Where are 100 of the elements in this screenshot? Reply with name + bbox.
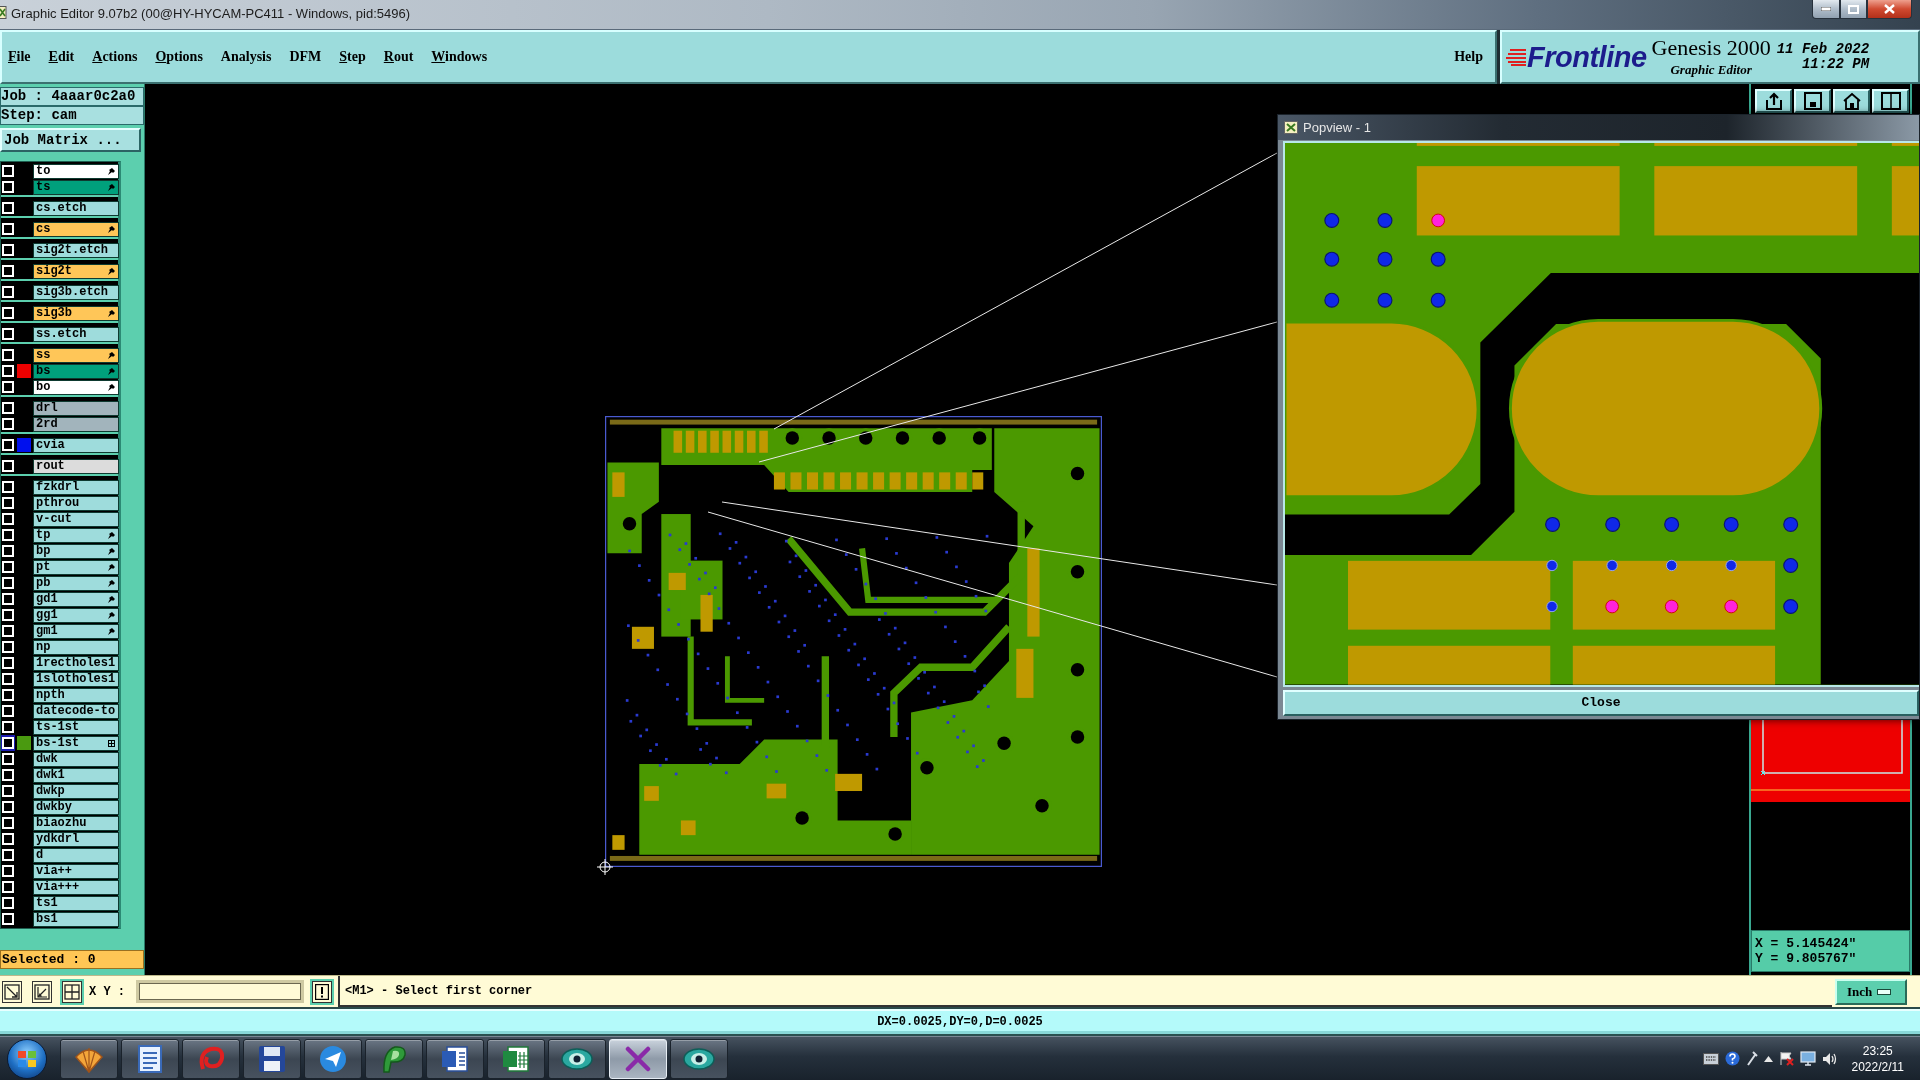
maximize-button[interactable]	[1840, 0, 1867, 19]
layer-row[interactable]: ydkdrl	[1, 831, 118, 847]
layer-row[interactable]: ts	[1, 179, 118, 195]
layer-name-button[interactable]: biaozhu	[33, 815, 119, 831]
layer-name-button[interactable]: ydkdrl	[33, 831, 119, 847]
layer-checkbox[interactable]	[2, 817, 14, 829]
layer-name-button[interactable]: gd1	[33, 591, 119, 607]
layer-row[interactable]: fzkdrl	[1, 479, 118, 495]
layer-checkbox[interactable]	[2, 593, 14, 605]
help-menu[interactable]: Help	[1454, 49, 1483, 65]
layer-name-button[interactable]: sig2t	[33, 263, 119, 279]
split-view-button[interactable]	[1872, 89, 1909, 113]
layer-checkbox[interactable]	[2, 913, 14, 925]
layer-checkbox[interactable]	[2, 769, 14, 781]
taskbar-app-button[interactable]	[548, 1038, 606, 1079]
taskbar-app-button[interactable]	[487, 1038, 545, 1079]
layer-name-button[interactable]: tp	[33, 527, 119, 543]
layer-name-button[interactable]: ts	[33, 179, 119, 195]
layer-checkbox[interactable]	[2, 418, 14, 430]
taskbar-app-button[interactable]	[304, 1038, 362, 1079]
layer-row[interactable]: 1slotholes1	[1, 671, 118, 687]
layer-checkbox[interactable]	[2, 561, 14, 573]
taskbar-app-button[interactable]	[365, 1038, 423, 1079]
layer-name-button[interactable]: 1slotholes1	[33, 671, 119, 687]
layer-checkbox[interactable]	[2, 849, 14, 861]
layer-checkbox[interactable]	[2, 460, 14, 472]
layer-row[interactable]: sig3b	[1, 305, 118, 321]
layer-name-button[interactable]: ss.etch	[33, 326, 119, 342]
layer-row[interactable]: pt	[1, 559, 118, 575]
menu-item[interactable]: Edit	[48, 49, 75, 65]
layer-checkbox[interactable]	[2, 286, 14, 298]
layer-row[interactable]: gm1	[1, 623, 118, 639]
layer-name-button[interactable]: bp	[33, 543, 119, 559]
taskbar-app-button[interactable]	[243, 1038, 301, 1079]
layer-row[interactable]: dwk	[1, 751, 118, 767]
layer-row[interactable]: drl	[1, 400, 118, 416]
layer-row[interactable]: gg1	[1, 607, 118, 623]
layer-name-button[interactable]: gm1	[33, 623, 119, 639]
layer-row[interactable]: via++	[1, 863, 118, 879]
layer-row[interactable]: npth	[1, 687, 118, 703]
layer-row[interactable]: rout	[1, 458, 118, 474]
layer-row[interactable]: 1rectholes1	[1, 655, 118, 671]
layer-checkbox[interactable]	[2, 481, 14, 493]
layer-name-button[interactable]: bs-1st	[33, 735, 119, 751]
layer-row[interactable]: dwkby	[1, 799, 118, 815]
layer-checkbox[interactable]	[2, 897, 14, 909]
layer-checkbox[interactable]	[2, 223, 14, 235]
layer-name-button[interactable]: np	[33, 639, 119, 655]
menu-item[interactable]: Windows	[431, 49, 488, 65]
layer-name-button[interactable]: cs	[33, 221, 119, 237]
layer-name-button[interactable]: ss	[33, 347, 119, 363]
layer-checkbox[interactable]	[2, 673, 14, 685]
layer-name-button[interactable]: via+++	[33, 879, 119, 895]
minimize-button[interactable]	[1812, 0, 1840, 19]
close-popview-button[interactable]: Close	[1283, 689, 1919, 716]
layer-checkbox[interactable]	[2, 545, 14, 557]
layer-row[interactable]: pb	[1, 575, 118, 591]
layer-name-button[interactable]: 1rectholes1	[33, 655, 119, 671]
layer-name-button[interactable]: pb	[33, 575, 119, 591]
layer-checkbox[interactable]	[2, 497, 14, 509]
layer-checkbox[interactable]	[2, 657, 14, 669]
layer-row[interactable]: ss.etch	[1, 326, 118, 342]
layer-checkbox[interactable]	[2, 577, 14, 589]
layer-checkbox[interactable]	[2, 785, 14, 797]
export-button[interactable]	[1755, 89, 1792, 113]
layer-row[interactable]: bs	[1, 363, 118, 379]
layer-name-button[interactable]: pthrou	[33, 495, 119, 511]
layer-checkbox[interactable]	[2, 202, 14, 214]
layer-name-button[interactable]: dwkby	[33, 799, 119, 815]
tray-button[interactable]	[1794, 89, 1831, 113]
layer-name-button[interactable]: 2rd	[33, 416, 119, 432]
layer-row[interactable]: to	[1, 163, 118, 179]
taskbar-app-button[interactable]	[670, 1038, 728, 1079]
layer-row[interactable]: bs-1st	[1, 735, 118, 751]
layer-row[interactable]: dwk1	[1, 767, 118, 783]
layer-row[interactable]: bs1	[1, 911, 118, 927]
layer-name-button[interactable]: v-cut	[33, 511, 119, 527]
layer-name-button[interactable]: cs.etch	[33, 200, 119, 216]
layer-checkbox[interactable]	[2, 181, 14, 193]
layer-name-button[interactable]: gg1	[33, 607, 119, 623]
xy-input-field[interactable]	[136, 980, 304, 1003]
menu-item[interactable]: Analysis	[220, 49, 272, 65]
taskbar-app-button[interactable]	[121, 1038, 179, 1079]
layer-name-button[interactable]: bs1	[33, 911, 119, 927]
taskbar-app-button[interactable]	[426, 1038, 484, 1079]
layer-row[interactable]: biaozhu	[1, 815, 118, 831]
layer-checkbox[interactable]	[2, 244, 14, 256]
layer-checkbox[interactable]	[2, 165, 14, 177]
job-matrix-button[interactable]: Job Matrix ...	[0, 128, 141, 152]
start-button[interactable]	[7, 1038, 47, 1079]
layer-checkbox[interactable]	[2, 381, 14, 393]
layer-row[interactable]: gd1	[1, 591, 118, 607]
menu-item[interactable]: Options	[155, 49, 203, 65]
layer-row[interactable]: ss	[1, 347, 118, 363]
layer-row[interactable]: sig3b.etch	[1, 284, 118, 300]
layer-name-button[interactable]: cvia	[33, 437, 119, 453]
layer-checkbox[interactable]	[2, 328, 14, 340]
layer-checkbox[interactable]	[2, 833, 14, 845]
layer-row[interactable]: cs	[1, 221, 118, 237]
layer-checkbox[interactable]	[2, 365, 14, 377]
